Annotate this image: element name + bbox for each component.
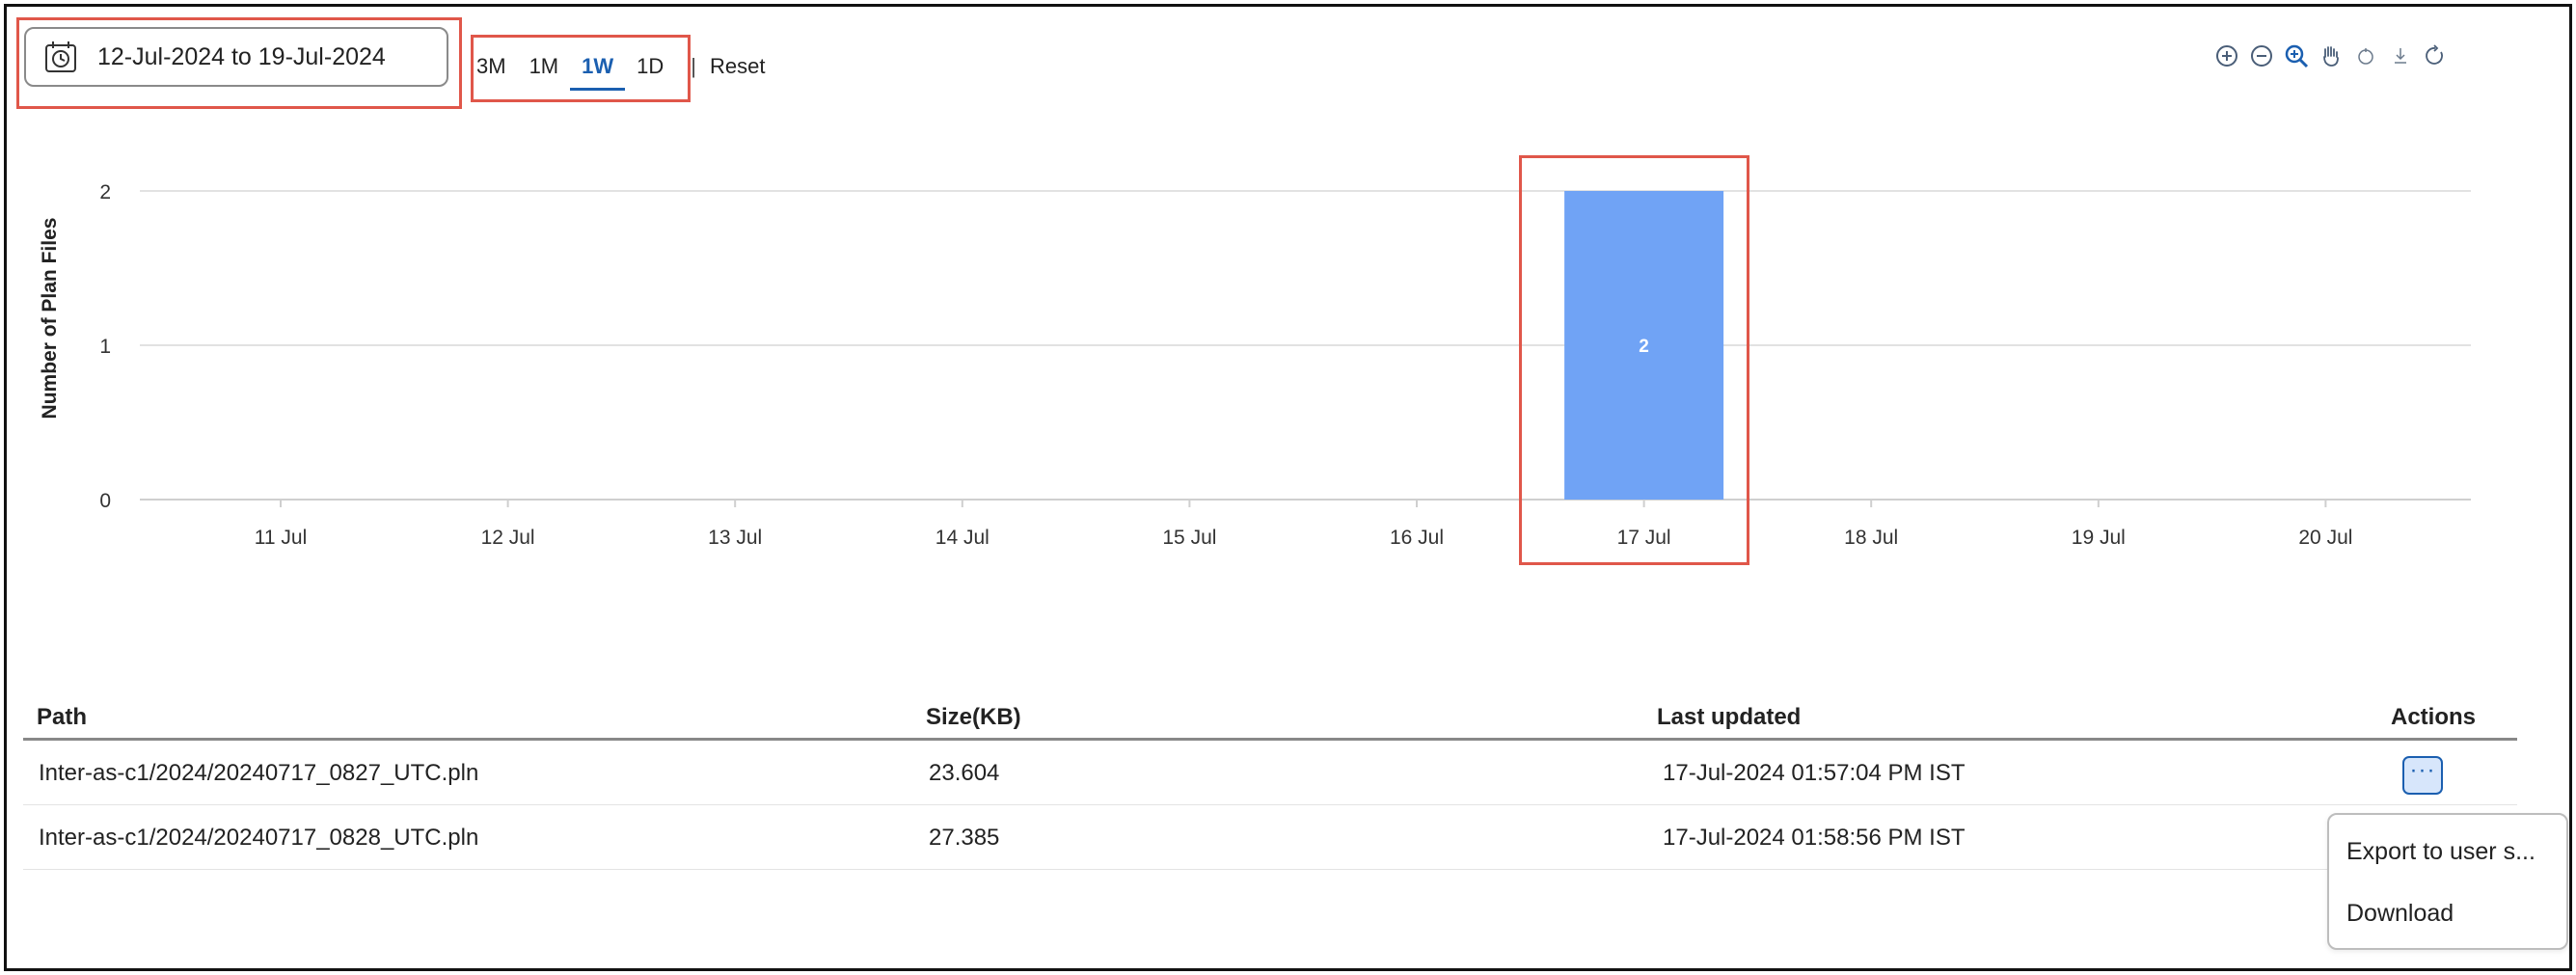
- table-header: Path Size(KB) Last updated Actions: [23, 700, 2517, 741]
- highlight-bar: [1519, 155, 1749, 565]
- cell-last-updated: 17-Jul-2024 01:57:04 PM IST: [1663, 760, 1966, 786]
- cell-path: Inter-as-c1/2024/20240717_0827_UTC.pln: [39, 760, 479, 786]
- plan-files-table: Path Size(KB) Last updated Actions Inter…: [23, 700, 2517, 870]
- more-dots-icon: ···: [2409, 757, 2436, 783]
- y-tick-label: 2: [99, 181, 111, 203]
- cell-path: Inter-as-c1/2024/20240717_0828_UTC.pln: [39, 825, 479, 851]
- table-row[interactable]: Inter-as-c1/2024/20240717_0827_UTC.pln 2…: [23, 741, 2517, 805]
- row-actions-button[interactable]: ···: [2402, 756, 2443, 795]
- header-size: Size(KB): [926, 704, 1021, 730]
- table-row[interactable]: Inter-as-c1/2024/20240717_0828_UTC.pln 2…: [23, 805, 2517, 870]
- plan-files-bar-chart: 0 1 2 11 Jul 12 Jul 13 Jul 14 Jul 15 Jul 16 Jul 1…: [99, 181, 2471, 549]
- header-last-updated: Last updated: [1657, 704, 1802, 730]
- x-tick-label: 19 Jul: [2072, 527, 2126, 549]
- x-tick-label: 18 Jul: [1844, 527, 1898, 549]
- x-tick-label: 14 Jul: [935, 527, 990, 549]
- x-tick-label: 15 Jul: [1162, 527, 1216, 549]
- y-tick-label: 0: [99, 490, 111, 512]
- actions-menu: Export to user s... Download: [2327, 813, 2568, 950]
- x-tick-label: 13 Jul: [708, 527, 762, 549]
- cell-size: 23.604: [929, 760, 1000, 786]
- menu-item-download[interactable]: Download: [2346, 900, 2454, 928]
- header-actions: Actions: [2391, 704, 2477, 730]
- y-axis-label: Number of Plan Files: [39, 217, 61, 420]
- cell-last-updated: 17-Jul-2024 01:58:56 PM IST: [1663, 825, 1966, 851]
- y-tick-label: 1: [99, 336, 111, 358]
- cell-size: 27.385: [929, 825, 1000, 851]
- x-tick-label: 20 Jul: [2298, 527, 2352, 549]
- x-tick-label: 11 Jul: [255, 527, 307, 549]
- x-tick-label: 12 Jul: [481, 527, 535, 549]
- menu-item-export[interactable]: Export to user s...: [2346, 838, 2535, 866]
- header-path: Path: [37, 704, 88, 730]
- x-tick-label: 16 Jul: [1390, 527, 1444, 549]
